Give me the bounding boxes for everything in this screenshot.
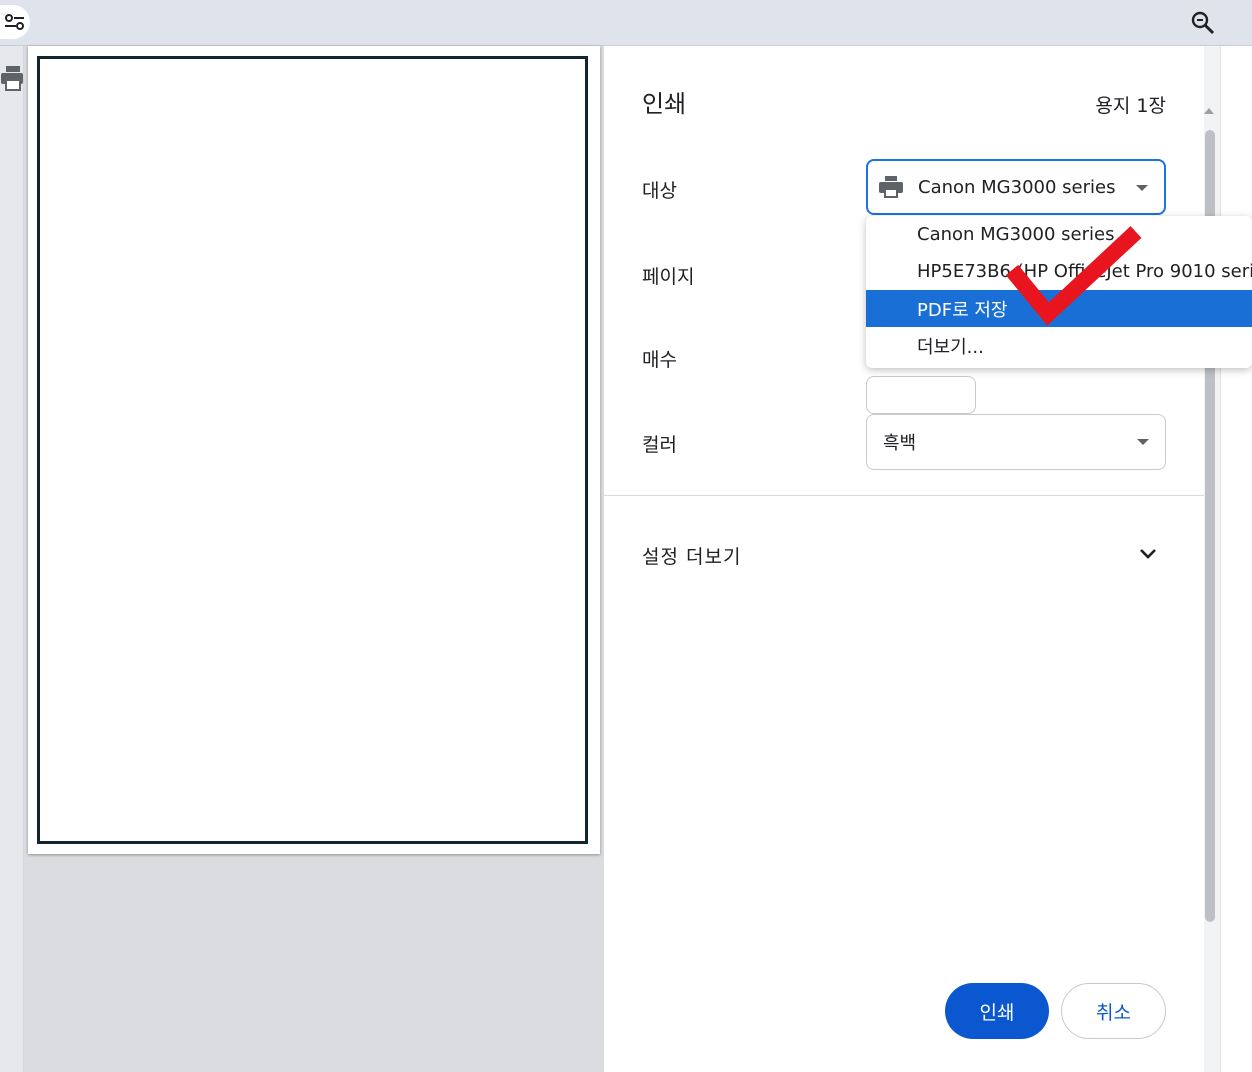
page-title: 인쇄	[642, 90, 687, 118]
copies-input[interactable]	[866, 376, 976, 414]
scroll-up-icon[interactable]	[1204, 108, 1214, 114]
destination-select[interactable]: Canon MG3000 series	[866, 159, 1166, 215]
preview-page	[28, 46, 600, 854]
divider	[604, 495, 1204, 496]
destination-label: 대상	[642, 180, 677, 202]
printer-icon	[879, 176, 903, 198]
pages-label: 페이지	[642, 266, 695, 288]
sliders-icon[interactable]	[0, 5, 30, 39]
color-select[interactable]: 흑백	[866, 414, 1166, 470]
printer-icon[interactable]	[0, 64, 24, 92]
window-edge	[1220, 46, 1252, 1072]
chevron-down-icon[interactable]	[1136, 544, 1160, 564]
sheet-count: 용지 1장	[1095, 95, 1166, 117]
copies-label: 매수	[642, 349, 677, 371]
color-label: 컬러	[642, 434, 677, 456]
dropdown-arrow-icon	[1136, 185, 1148, 191]
cancel-button[interactable]: 취소	[1061, 983, 1166, 1039]
print-preview-area	[24, 46, 604, 1072]
more-settings-label[interactable]: 설정 더보기	[642, 542, 741, 569]
toolbar	[0, 0, 1252, 46]
left-strip	[0, 46, 24, 1072]
settings-panel: 인쇄 용지 1장 대상 Canon MG3000 series 페이지 매수 컬…	[604, 46, 1204, 1072]
color-value: 흑백	[883, 433, 917, 454]
destination-value: Canon MG3000 series	[918, 176, 1116, 198]
print-button[interactable]: 인쇄	[945, 983, 1049, 1039]
dropdown-arrow-icon	[1137, 439, 1149, 445]
red-checkmark-icon	[1005, 226, 1142, 326]
page-border	[37, 56, 588, 844]
zoom-icon[interactable]	[1189, 9, 1217, 37]
menu-item-more[interactable]: 더보기...	[866, 327, 1252, 364]
